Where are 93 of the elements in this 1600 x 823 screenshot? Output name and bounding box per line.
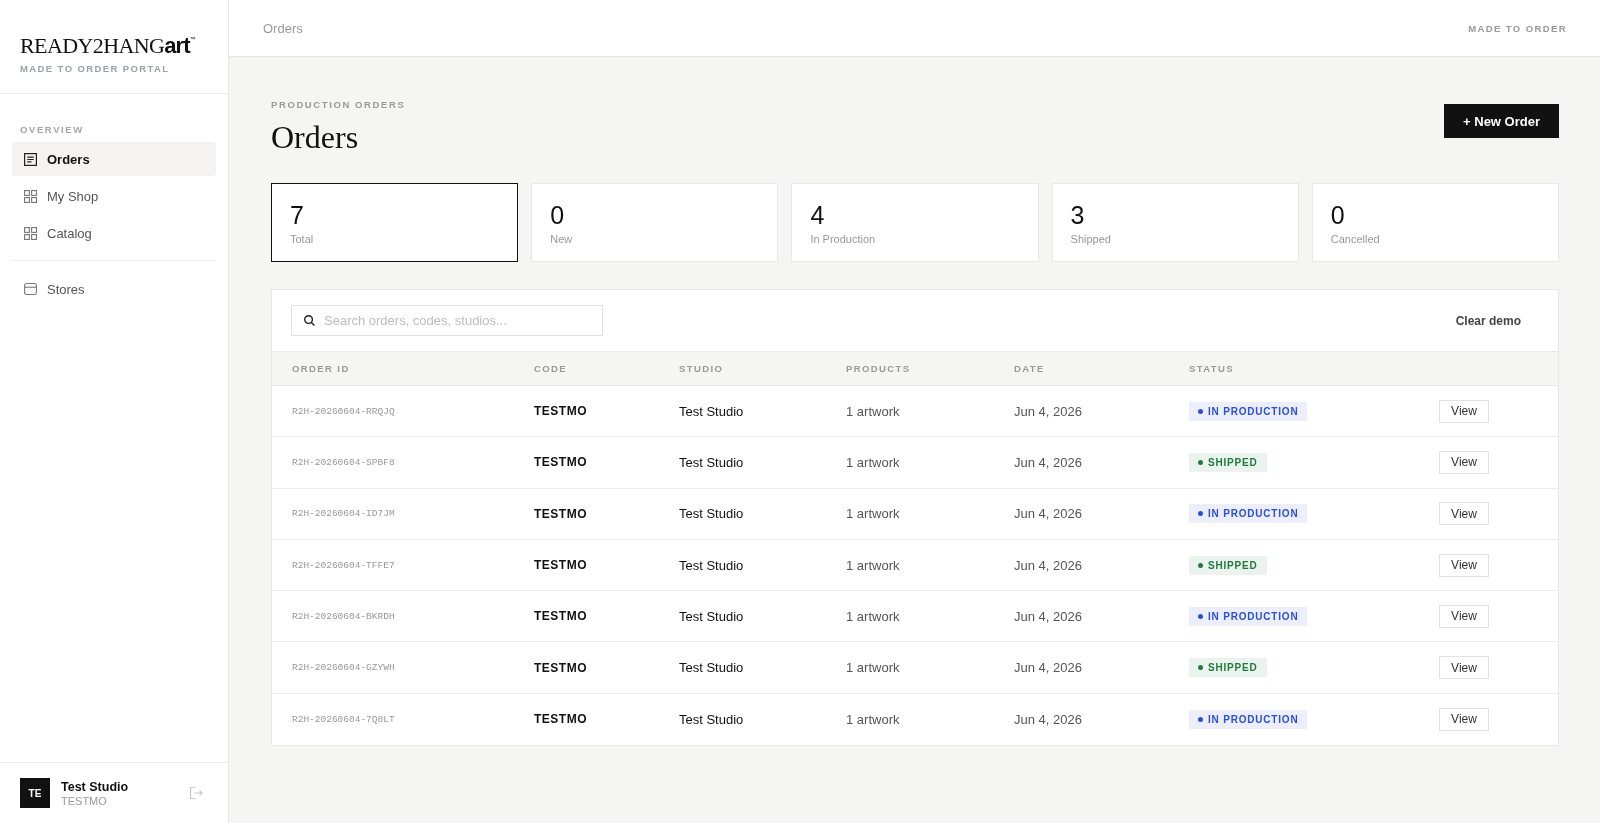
column-header: ORDER ID [292, 363, 350, 374]
search-field[interactable]: Search orders, codes, studios... [291, 305, 603, 336]
header-tag: MADE TO ORDER [1468, 22, 1567, 34]
studio-name-text: Test Studio [679, 454, 744, 470]
stat-card[interactable]: 4 In Production [791, 183, 1039, 262]
studio-name-text: Test Studio [679, 660, 744, 676]
nav-section-heading: OVERVIEW [19, 124, 84, 136]
order-code-text: TESTMO [534, 660, 587, 675]
stat-value: 0 [1330, 201, 1345, 229]
stat-value: 4 [810, 201, 825, 229]
status-label: SHIPPED [1208, 662, 1258, 674]
stat-label: Total [290, 232, 314, 246]
product-count-text: 1 artwork [846, 608, 900, 624]
product-count-text: 1 artwork [846, 403, 900, 419]
studio-name-text: Test Studio [679, 557, 744, 573]
document-icon [24, 152, 37, 166]
studio-name-text: Test Studio [679, 506, 744, 522]
view-button[interactable]: View [1439, 553, 1489, 577]
order-date-text: Jun 4, 2026 [1014, 557, 1082, 573]
view-button[interactable]: View [1439, 707, 1489, 731]
order-code-text: TESTMO [534, 609, 587, 624]
stat-card[interactable]: 7 Total [271, 183, 519, 262]
order-date-text: Jun 4, 2026 [1014, 711, 1082, 727]
logout-icon[interactable] [190, 787, 203, 799]
order-id-text: R2H-20260604-TFFE7 [292, 559, 395, 571]
studio-name-text: Test Studio [679, 608, 744, 624]
order-code-text: TESTMO [534, 404, 587, 419]
order-id-text: R2H-20260604-ID7JM [292, 508, 395, 520]
stat-label: In Production [810, 232, 876, 246]
column-header: STATUS [1189, 363, 1234, 374]
order-id-text: R2H-20260604-7Q8LT [292, 713, 395, 725]
column-header: CODE [534, 363, 568, 374]
order-id-text: R2H-20260604-GZYWH [292, 662, 395, 674]
status-label: SHIPPED [1208, 456, 1258, 468]
view-button[interactable]: View [1439, 502, 1489, 526]
column-header: DATE [1014, 363, 1045, 374]
product-count-text: 1 artwork [846, 506, 900, 522]
view-button[interactable]: View [1439, 399, 1489, 423]
stat-value: 7 [290, 201, 304, 229]
nav-item[interactable]: Stores [12, 272, 216, 306]
order-code-text: TESTMO [534, 558, 587, 573]
view-button[interactable]: View [1439, 656, 1489, 680]
status-label: SHIPPED [1208, 559, 1258, 571]
nav-item[interactable]: Orders [12, 142, 216, 176]
stat-label: Shipped [1070, 232, 1111, 246]
page-eyebrow: PRODUCTION ORDERS [271, 99, 406, 111]
breadcrumb: Orders [263, 20, 303, 36]
column-header: PRODUCTS [846, 363, 911, 374]
status-label: IN PRODUCTION [1208, 508, 1299, 520]
grid-icon [24, 226, 37, 240]
studio-name-text: Test Studio [679, 403, 744, 419]
status-label: IN PRODUCTION [1208, 610, 1299, 622]
product-count-text: 1 artwork [846, 557, 900, 573]
stat-card[interactable]: 3 Shipped [1051, 183, 1299, 262]
column-header: STUDIO [679, 363, 724, 374]
view-button[interactable]: View [1439, 450, 1489, 474]
box-icon [24, 283, 37, 295]
studio-name-text: Test Studio [679, 711, 744, 727]
stat-card[interactable]: 0 Cancelled [1311, 183, 1559, 262]
stat-value: 0 [550, 201, 565, 229]
order-date-text: Jun 4, 2026 [1014, 608, 1082, 624]
user-code: TESTMO [61, 794, 107, 807]
clear-demo-button[interactable]: Clear demo [1439, 307, 1537, 334]
new-order-button[interactable]: + New Order [1444, 104, 1559, 138]
portal-subtitle: MADE TO ORDER PORTAL [20, 63, 170, 74]
grid-icon [24, 189, 37, 203]
product-count-text: 1 artwork [846, 454, 900, 470]
order-code-text: TESTMO [534, 712, 587, 727]
stat-value: 3 [1070, 201, 1085, 229]
order-date-text: Jun 4, 2026 [1014, 660, 1082, 676]
order-date-text: Jun 4, 2026 [1014, 506, 1082, 522]
view-button[interactable]: View [1439, 604, 1489, 628]
logo: READY2HANGart$^{™}$ [20, 32, 195, 58]
search-icon [304, 315, 315, 326]
stat-label: Cancelled [1330, 232, 1380, 246]
order-code-text: TESTMO [534, 455, 587, 470]
status-label: IN PRODUCTION [1208, 405, 1299, 417]
product-count-text: 1 artwork [846, 660, 900, 676]
stat-card[interactable]: 0 New [531, 183, 779, 262]
user-name: Test Studio [61, 779, 129, 794]
page-title: Orders [271, 119, 359, 155]
order-id-text: R2H-20260604-BKRDH [292, 610, 395, 622]
product-count-text: 1 artwork [846, 711, 900, 727]
order-id-text: R2H-20260604-RRQJQ [292, 405, 395, 417]
order-code-text: TESTMO [534, 506, 587, 521]
order-date-text: Jun 4, 2026 [1014, 454, 1082, 470]
status-label: IN PRODUCTION [1208, 713, 1299, 725]
stat-label: New [550, 232, 573, 246]
nav-item[interactable]: My Shop [12, 179, 216, 213]
order-id-text: R2H-20260604-SPBF8 [292, 456, 395, 468]
nav-item[interactable]: Catalog [12, 216, 216, 250]
order-date-text: Jun 4, 2026 [1014, 403, 1082, 419]
avatar: TE [20, 778, 50, 808]
